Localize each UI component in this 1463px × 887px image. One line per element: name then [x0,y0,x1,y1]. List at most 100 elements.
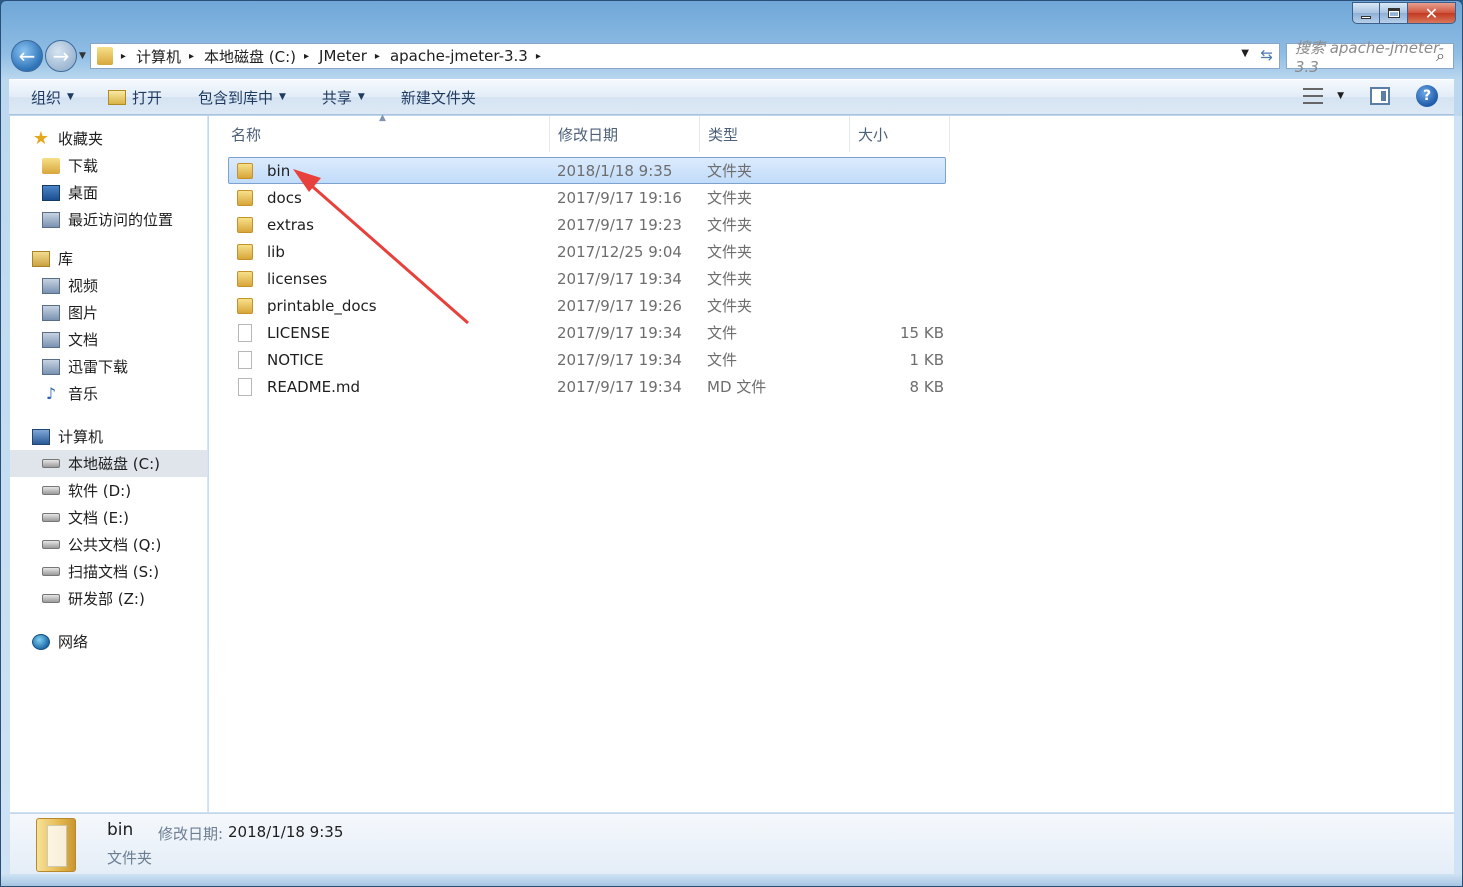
breadcrumb-separator-icon[interactable]: ▸ [121,51,126,62]
file-row[interactable]: lib 2017/12/25 9:04 文件夹 [228,238,946,265]
sidebar-item-desktop[interactable]: 桌面 [10,179,207,206]
column-header-type[interactable]: 类型 [700,116,850,152]
new-folder-button[interactable]: 新建文件夹 [401,87,476,108]
column-header-row: ▲ 名称 修改日期 类型 大小 [223,113,950,152]
sidebar-item-label: 本地磁盘 (C:) [68,455,160,473]
details-modified-label: 修改日期: [158,825,224,843]
include-in-library-menu[interactable]: 包含到库中 ▼ [198,87,286,108]
recent-pages-dropdown-icon[interactable]: ▼ [79,51,86,61]
breadcrumb-jmeter[interactable]: JMeter [319,47,367,65]
share-label: 共享 [321,88,352,107]
breadcrumb-separator-icon[interactable]: ▸ [304,51,309,62]
chevron-down-icon: ▼ [67,92,74,102]
file-size: 8 KB [909,377,944,396]
sidebar-item-thunder-downloads[interactable]: 迅雷下载 [10,353,207,380]
sidebar-item-label: 迅雷下载 [68,358,129,376]
file-type: 文件夹 [707,189,753,207]
breadcrumb-separator-icon[interactable]: ▸ [189,51,194,62]
sidebar-item-network[interactable]: 网络 [10,628,207,655]
file-row[interactable]: printable_docs 2017/9/17 19:26 文件夹 [228,292,946,319]
preview-pane-icon[interactable] [1370,87,1390,105]
sidebar-item-recent-places[interactable]: 最近访问的位置 [10,206,207,233]
close-button[interactable]: ✕ [1408,2,1456,24]
file-row[interactable]: docs 2017/9/17 19:16 文件夹 [228,184,946,211]
back-button[interactable]: ← [11,40,43,72]
details-pane: bin 修改日期: 2018/1/18 9:35 文件夹 [10,813,1454,875]
folder-icon [237,162,253,179]
network-drive-icon [42,594,60,603]
breadcrumb-apache-jmeter[interactable]: apache-jmeter-3.3 [390,47,528,65]
details-view-icon[interactable] [1303,88,1324,104]
sidebar-item-drive-d[interactable]: 软件 (D:) [10,477,207,504]
hard-drive-icon [42,513,60,522]
share-menu[interactable]: 共享 ▼ [322,87,365,108]
address-history-dropdown-icon[interactable]: ▼ [1241,48,1249,59]
sidebar-item-label: 扫描文档 (S:) [68,563,160,581]
sidebar-item-drive-s[interactable]: 扫描文档 (S:) [10,558,207,585]
open-label: 打开 [131,88,162,107]
sidebar-item-label: 音乐 [68,385,99,403]
sort-ascending-icon: ▲ [379,113,386,123]
file-name: lib [267,242,285,261]
navigation-pane: ★ 收藏夹 下载 桌面 最近访问的位置 库 视频 图片 文档 迅雷下载 ♪ 音乐 计… [10,116,208,812]
maximize-button[interactable] [1380,2,1408,24]
breadcrumb-computer[interactable]: 计算机 [136,46,181,67]
sidebar-item-local-disk-c[interactable]: 本地磁盘 (C:) [10,450,207,477]
sidebar-item-drive-q[interactable]: 公共文档 (Q:) [10,531,207,558]
file-row[interactable]: LICENSE 2017/9/17 19:34 文件 15 KB [228,319,946,346]
file-row[interactable]: NOTICE 2017/9/17 19:34 文件 1 KB [228,346,946,373]
organize-menu[interactable]: 组织 ▼ [31,87,74,108]
minimize-button[interactable] [1352,2,1380,24]
column-header-name[interactable]: ▲ 名称 [223,113,550,152]
sidebar-item-label: 视频 [68,277,99,295]
sidebar-item-libraries[interactable]: 库 [10,245,207,272]
search-input[interactable]: 搜索 apache-jmeter-3.3 ⌕ [1285,39,1454,76]
recent-places-icon [42,211,60,228]
sidebar-item-videos[interactable]: 视频 [10,272,207,299]
open-button[interactable]: 打开 [107,87,162,108]
sidebar-item-downloads[interactable]: 下载 [10,152,207,179]
help-icon[interactable]: ? [1416,85,1438,107]
file-date: 2017/9/17 19:16 [557,188,682,207]
forward-button[interactable]: → [45,40,77,72]
file-row[interactable]: bin 2018/1/18 9:35 文件夹 [228,157,946,184]
sidebar-item-computer[interactable]: 计算机 [10,423,207,450]
sidebar-item-favorites[interactable]: ★ 收藏夹 [10,125,207,152]
file-row[interactable]: README.md 2017/9/17 19:34 MD 文件 8 KB [228,373,946,400]
breadcrumb-local-disk[interactable]: 本地磁盘 (C:) [204,46,296,67]
view-options-dropdown-icon[interactable]: ▼ [1337,91,1344,101]
sidebar-item-label: 网络 [58,633,89,651]
file-row[interactable]: extras 2017/9/17 19:23 文件夹 [228,211,946,238]
file-row[interactable]: licenses 2017/9/17 19:34 文件夹 [228,265,946,292]
sidebar-item-documents[interactable]: 文档 [10,326,207,353]
file-name: licenses [267,269,328,288]
file-icon [238,377,252,396]
sidebar-item-label: 公共文档 (Q:) [68,536,162,554]
column-header-size[interactable]: 大小 [850,116,950,152]
new-folder-label: 新建文件夹 [400,88,476,107]
breadcrumb-separator-icon[interactable]: ▸ [536,51,541,62]
column-header-date[interactable]: 修改日期 [550,116,700,152]
sidebar-item-drive-z[interactable]: 研发部 (Z:) [10,585,207,612]
sidebar-item-drive-e[interactable]: 文档 (E:) [10,504,207,531]
music-note-icon: ♪ [45,384,57,403]
breadcrumb-separator-icon[interactable]: ▸ [375,51,380,62]
sidebar-item-music[interactable]: ♪ 音乐 [10,380,207,407]
window-frame-right [1454,116,1462,876]
address-bar[interactable]: ▸ 计算机 ▸ 本地磁盘 (C:) ▸ JMeter ▸ apache-jmet… [89,43,1280,69]
chevron-down-icon: ▼ [278,92,286,102]
sidebar-item-pictures[interactable]: 图片 [10,299,207,326]
refresh-icon[interactable]: ⇆ [1260,46,1273,64]
desktop-icon [42,184,60,201]
file-type: 文件夹 [707,216,753,234]
video-icon [42,277,60,294]
search-icon[interactable]: ⌕ [1436,46,1445,66]
file-list: bin 2018/1/18 9:35 文件夹 docs 2017/9/17 19… [228,157,946,400]
file-type: 文件 [707,324,738,342]
star-icon: ★ [32,128,50,149]
sidebar-item-label: 桌面 [68,184,99,202]
file-name: LICENSE [267,323,330,342]
pictures-icon [42,304,60,321]
file-name: README.md [267,377,361,396]
sidebar-item-label: 研发部 (Z:) [68,590,145,608]
